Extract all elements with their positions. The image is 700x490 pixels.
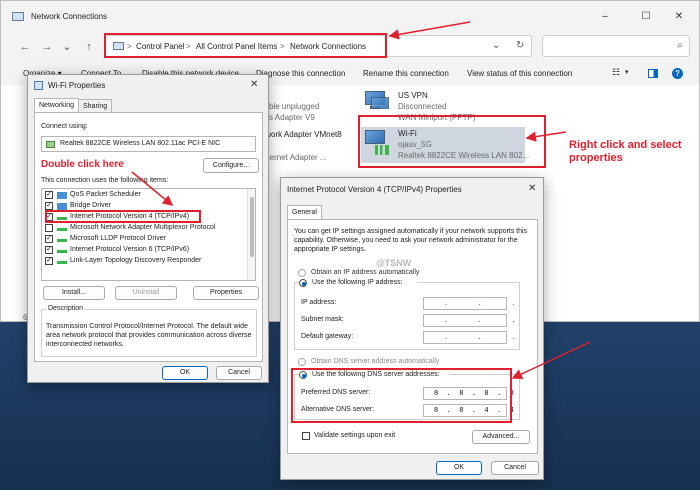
arrow-to-dns: [511, 341, 591, 379]
arrow-to-ipv4: [131, 171, 174, 206]
arrow-to-wifi: [525, 131, 567, 142]
arrow-to-address-bar: [388, 21, 471, 40]
annotation-arrows: [131, 21, 591, 379]
